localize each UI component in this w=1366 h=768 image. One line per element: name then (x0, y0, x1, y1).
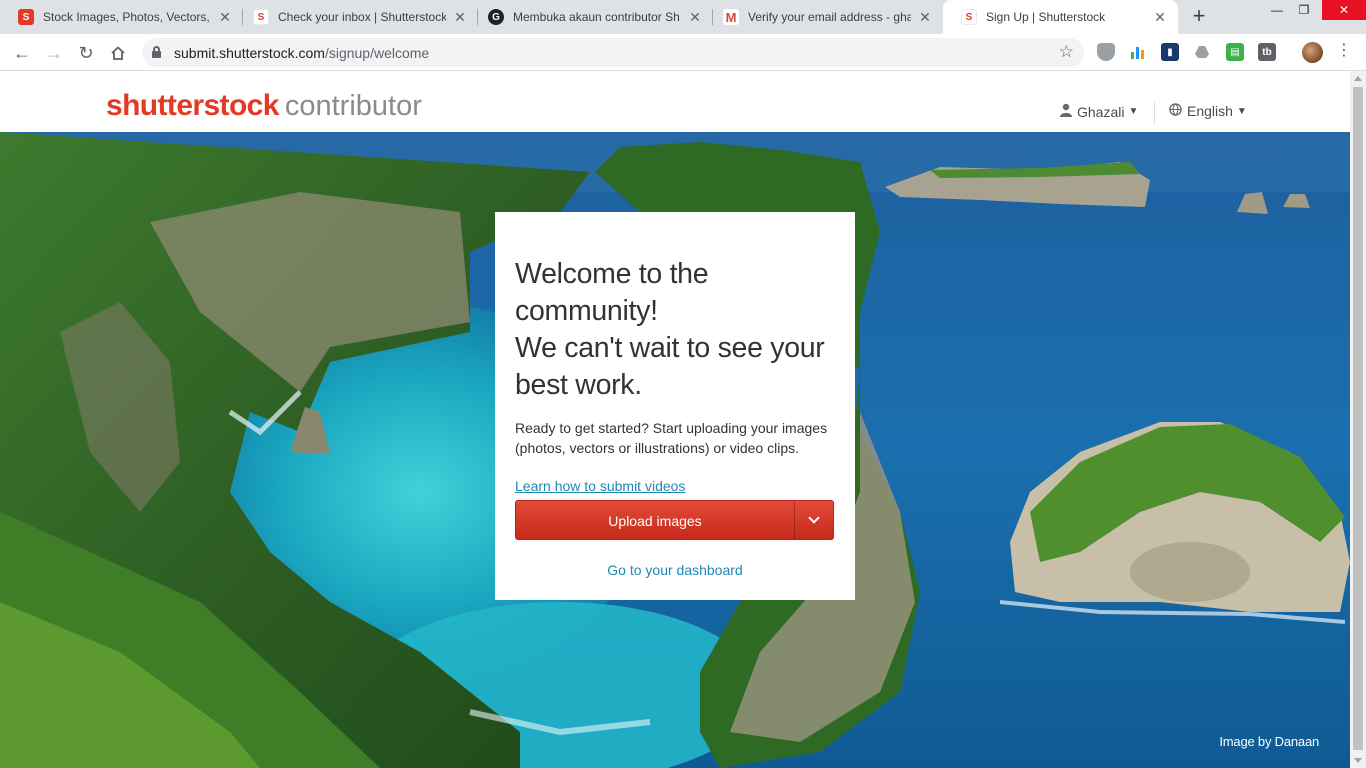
lock-icon (152, 46, 161, 59)
scrollbar-thumb[interactable] (1353, 87, 1363, 750)
tab-title: Sign Up | Shutterstock (986, 10, 1106, 24)
tab-membuka-akaun[interactable]: G Membuka akaun contributor Sh ✕ (470, 0, 713, 34)
tab-stock-images[interactable]: S Stock Images, Photos, Vectors, V ✕ (0, 0, 243, 34)
tab-title: Verify your email address - ghaz (748, 10, 911, 24)
chart-extension-icon[interactable] (1129, 43, 1147, 61)
minimize-icon[interactable]: — (1262, 0, 1292, 22)
shutterstock-favicon-icon: S (253, 9, 269, 25)
language-label: English (1187, 103, 1233, 119)
dashboard-link[interactable]: Go to your dashboard (495, 562, 855, 578)
restore-icon[interactable]: ❐ (1289, 0, 1319, 22)
image-credit: Image by Danaan (1219, 734, 1319, 749)
tab-title: Check your inbox | Shutterstock (278, 10, 446, 24)
tab-close-icon[interactable]: ✕ (687, 9, 703, 26)
welcome-title-line1: Welcome to the community! (515, 258, 709, 327)
shutterstock-favicon-icon: S (961, 9, 977, 25)
tab-title: Stock Images, Photos, Vectors, V (43, 10, 211, 24)
user-icon (1060, 103, 1072, 120)
new-tab-button[interactable]: + (1186, 4, 1212, 30)
gmail-favicon-icon: M (723, 9, 739, 25)
chevron-down-icon (808, 512, 820, 524)
logo-brand: shutterstock (106, 89, 279, 122)
globe-icon (1169, 103, 1182, 119)
address-bar[interactable]: submit.shutterstock.com/signup/welcome ☆ (142, 38, 1084, 67)
url-path: /signup/welcome (324, 45, 430, 61)
tab-title: Membuka akaun contributor Sh (513, 10, 680, 24)
more-menu-icon[interactable]: ⋮ (1334, 42, 1354, 62)
profile-avatar[interactable] (1302, 42, 1323, 63)
tab-close-icon[interactable]: ✕ (217, 9, 233, 26)
back-arrow-icon[interactable]: ← (8, 39, 36, 67)
analytics-extension-icon[interactable]: ▮ (1161, 43, 1179, 61)
language-menu[interactable]: English ▼ (1169, 103, 1247, 119)
user-menu[interactable]: Ghazali ▼ (1060, 103, 1138, 120)
bookmark-star-icon[interactable]: ☆ (1059, 42, 1074, 62)
home-icon[interactable] (104, 39, 132, 67)
blog-favicon-icon: G (488, 9, 504, 25)
tab-strip: S Stock Images, Photos, Vectors, V ✕ S C… (0, 0, 1366, 34)
tb-extension-icon[interactable]: tb (1258, 43, 1276, 61)
page-scrollbar[interactable] (1350, 71, 1366, 768)
url-text: submit.shutterstock.com/signup/welcome (174, 45, 429, 61)
shield-extension-icon[interactable] (1097, 43, 1115, 61)
drive-extension-icon[interactable] (1193, 43, 1211, 61)
header-divider (1154, 102, 1155, 124)
tab-close-icon[interactable]: ✕ (452, 9, 468, 26)
tab-verify-email[interactable]: M Verify your email address - ghaz ✕ (705, 0, 943, 34)
welcome-title-line2: We can't wait to see your best work. (515, 332, 825, 401)
welcome-card: Welcome to the community! We can't wait … (495, 212, 855, 600)
user-name: Ghazali (1077, 103, 1125, 120)
forward-arrow-icon[interactable]: → (40, 39, 68, 67)
tab-close-icon[interactable]: ✕ (1152, 9, 1168, 26)
upload-options-dropdown[interactable] (795, 501, 833, 539)
page-viewport: shutterstock contributor Ghazali ▼ Englis… (0, 71, 1350, 768)
reload-icon[interactable]: ↻ (72, 39, 100, 67)
window-close-icon[interactable]: ✕ (1322, 0, 1366, 20)
scroll-down-icon[interactable] (1354, 758, 1362, 763)
tab-sign-up[interactable]: S Sign Up | Shutterstock ✕ (943, 0, 1178, 34)
tab-close-icon[interactable]: ✕ (917, 9, 933, 26)
shutterstock-favicon-icon: S (18, 9, 34, 25)
learn-submit-videos-link[interactable]: Learn how to submit videos (515, 478, 685, 494)
upload-images-button[interactable]: Upload images (515, 500, 834, 540)
tab-check-inbox[interactable]: S Check your inbox | Shutterstock ✕ (235, 0, 478, 34)
logo-sub: contributor (284, 90, 422, 122)
chevron-down-icon: ▼ (1236, 105, 1247, 117)
chevron-down-icon: ▼ (1128, 106, 1139, 117)
scroll-up-icon[interactable] (1354, 76, 1362, 81)
site-header: shutterstock contributor Ghazali ▼ Englis… (0, 71, 1350, 132)
url-host: submit.shutterstock.com (174, 45, 325, 61)
upload-images-label: Upload images (608, 513, 702, 529)
site-logo[interactable]: shutterstock contributor (106, 89, 422, 123)
print-extension-icon[interactable]: ▤ (1226, 43, 1244, 61)
welcome-title: Welcome to the community! We can't wait … (515, 256, 835, 404)
welcome-lead: Ready to get started? Start uploading yo… (515, 420, 828, 456)
browser-toolbar: ← → ↻ submit.shutterstock.com/signup/wel… (0, 34, 1366, 71)
